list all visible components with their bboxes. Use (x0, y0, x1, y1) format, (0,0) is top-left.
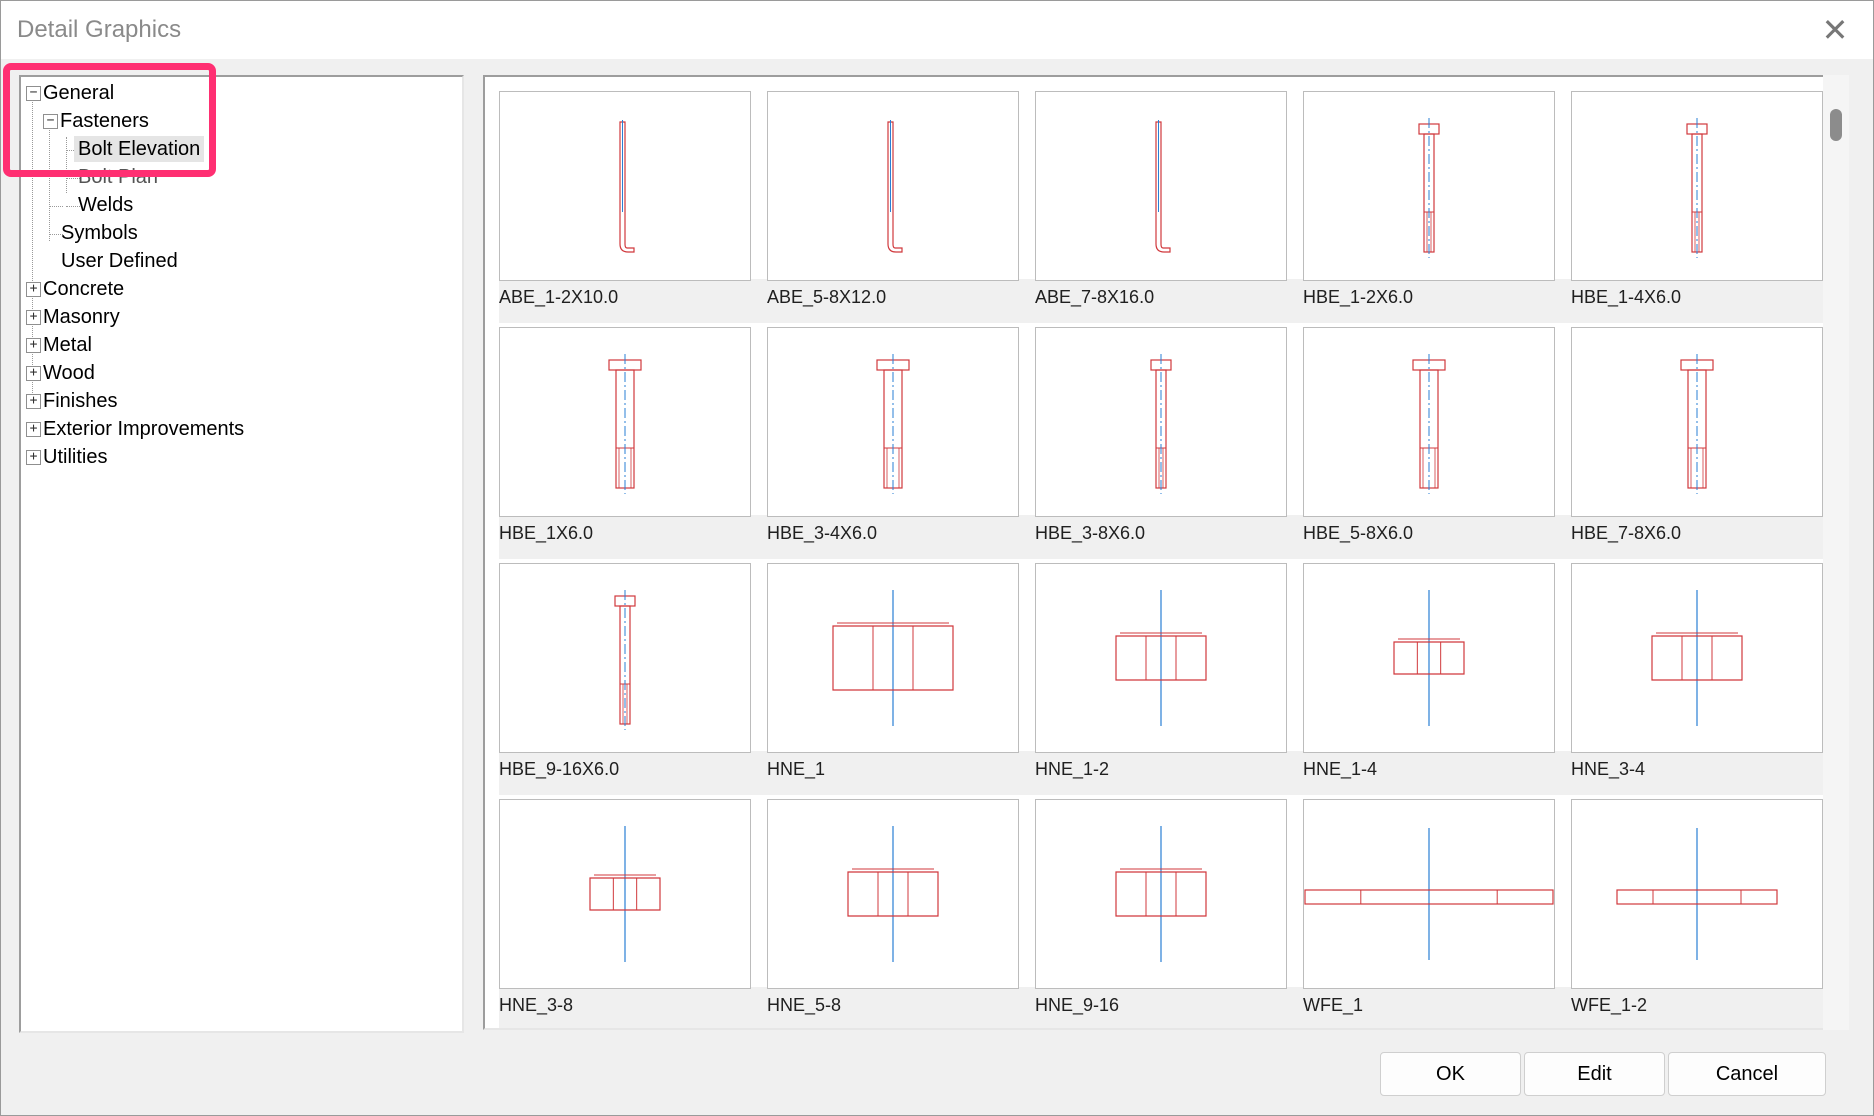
expand-finishes-icon[interactable]: + (26, 394, 41, 409)
graphic-label: HBE_3-4X6.0 (767, 523, 878, 543)
graphic-label: WFE_1-2 (1571, 995, 1648, 1015)
graphic-preview-hne-large[interactable] (767, 563, 1019, 753)
graphic-preview-hbe-thin[interactable] (1035, 327, 1287, 517)
graphic-preview-abe[interactable] (1035, 91, 1287, 281)
graphic-preview-hne[interactable] (1571, 563, 1823, 753)
graphic-label: HNE_3-4 (1571, 759, 1646, 779)
tree-item-metal[interactable]: Metal (43, 332, 92, 358)
ok-button[interactable]: OK (1380, 1052, 1521, 1096)
tree-item-exterior-improvements[interactable]: Exterior Improvements (43, 416, 244, 442)
graphic-preview-hbe[interactable] (499, 327, 751, 517)
graphics-gallery[interactable]: ABE_1-2X10.0 ABE_5-8X12.0 ABE_7-8X16.0 HBE_… (483, 75, 1823, 1030)
scrollbar-thumb[interactable] (1830, 109, 1842, 141)
annotation-highlight-box (3, 63, 216, 177)
dialog-title: Detail Graphics (17, 16, 182, 43)
expand-utilities-icon[interactable]: + (26, 450, 41, 465)
expand-concrete-icon[interactable]: + (26, 282, 41, 297)
graphic-preview-abe[interactable] (499, 91, 751, 281)
graphic-preview-hne[interactable] (1035, 799, 1287, 989)
graphic-label: HBE_7-8X6.0 (1571, 523, 1682, 543)
edit-button[interactable]: Edit (1524, 1052, 1665, 1096)
graphic-preview-hne-small[interactable] (499, 799, 751, 989)
cancel-button[interactable]: Cancel (1668, 1052, 1826, 1096)
tree-item-utilities[interactable]: Utilities (43, 444, 107, 470)
tree-item-user-defined[interactable]: User Defined (61, 248, 178, 274)
title-bar: Detail Graphics ✕ (1, 1, 1873, 59)
tree-item-wood[interactable]: Wood (43, 360, 95, 386)
graphic-label: ABE_7-8X16.0 (1035, 287, 1155, 307)
graphic-preview-hbe[interactable] (1303, 327, 1555, 517)
graphic-preview-hne[interactable] (767, 799, 1019, 989)
graphic-label: ABE_1-2X10.0 (499, 287, 619, 307)
graphic-preview-hbe-thin[interactable] (1571, 91, 1823, 281)
graphic-preview-hne-small[interactable] (1303, 563, 1555, 753)
tree-item-welds[interactable]: Welds (78, 192, 133, 218)
tree-line (49, 206, 63, 207)
graphic-label: HBE_1X6.0 (499, 523, 594, 543)
expand-metal-icon[interactable]: + (26, 338, 41, 353)
graphic-label: HBE_1-2X6.0 (1303, 287, 1414, 307)
expand-masonry-icon[interactable]: + (26, 310, 41, 325)
graphic-label: HNE_1-2 (1035, 759, 1110, 779)
tree-item-masonry[interactable]: Masonry (43, 304, 120, 330)
graphic-preview-wfe-wide[interactable] (1303, 799, 1555, 989)
graphic-label: HNE_9-16 (1035, 995, 1120, 1015)
graphic-label: HBE_9-16X6.0 (499, 759, 620, 779)
graphic-preview-hbe[interactable] (767, 327, 1019, 517)
graphic-preview-hne[interactable] (1035, 563, 1287, 753)
graphic-label: HBE_3-8X6.0 (1035, 523, 1146, 543)
close-icon[interactable]: ✕ (1815, 11, 1855, 49)
graphic-label: WFE_1 (1303, 995, 1364, 1015)
graphic-preview-abe[interactable] (767, 91, 1019, 281)
graphic-label: HBE_5-8X6.0 (1303, 523, 1414, 543)
graphic-preview-hbe[interactable] (1571, 327, 1823, 517)
graphic-preview-hbe-thin[interactable] (499, 563, 751, 753)
graphic-label: ABE_5-8X12.0 (767, 287, 887, 307)
graphic-preview-wfe[interactable] (1571, 799, 1823, 989)
category-tree[interactable]: − General − Fasteners Bolt Elevation Bol… (19, 75, 464, 1033)
graphic-label: HNE_3-8 (499, 995, 574, 1015)
graphic-preview-hbe-thin[interactable] (1303, 91, 1555, 281)
gallery-scrollbar[interactable] (1823, 75, 1849, 1030)
tree-item-concrete[interactable]: Concrete (43, 276, 124, 302)
graphic-label: HNE_5-8 (767, 995, 842, 1015)
expand-exterior-icon[interactable]: + (26, 422, 41, 437)
graphic-label: HBE_1-4X6.0 (1571, 287, 1682, 307)
graphic-label: HNE_1-4 (1303, 759, 1378, 779)
graphic-label: HNE_1 (767, 759, 826, 779)
expand-wood-icon[interactable]: + (26, 366, 41, 381)
detail-graphics-dialog: Detail Graphics ✕ − General − Fasteners … (0, 0, 1874, 1116)
tree-item-symbols[interactable]: Symbols (61, 220, 138, 246)
tree-item-finishes[interactable]: Finishes (43, 388, 117, 414)
